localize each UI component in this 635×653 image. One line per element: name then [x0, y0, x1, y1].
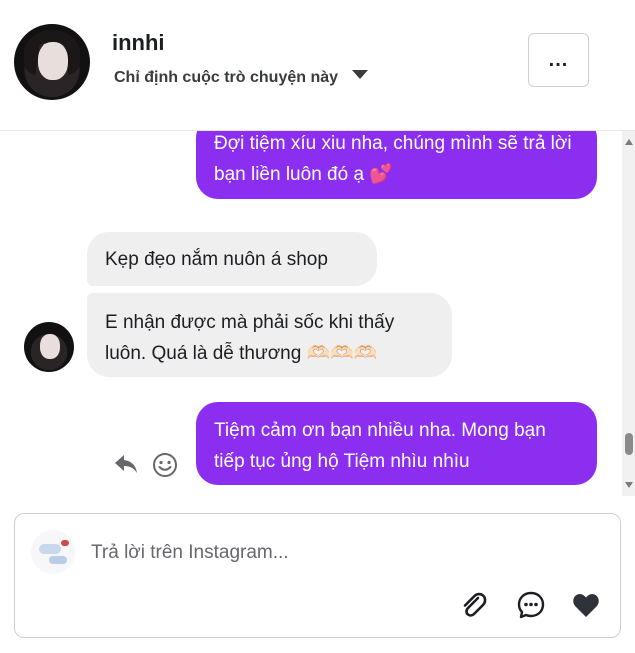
- scroll-up-arrow-icon[interactable]: [625, 139, 633, 145]
- sender-avatar: [24, 322, 74, 372]
- assign-conversation-dropdown[interactable]: Chỉ định cuộc trò chuyện này: [114, 69, 338, 87]
- reply-composer: [14, 513, 621, 638]
- thread-scrollbar[interactable]: [622, 131, 635, 496]
- contact-name[interactable]: innhi: [112, 30, 165, 56]
- paperclip-icon[interactable]: [458, 590, 488, 620]
- reply-input[interactable]: [89, 539, 493, 567]
- page-avatar: [31, 530, 75, 574]
- scroll-thumb[interactable]: [625, 433, 633, 455]
- message-incoming[interactable]: Kẹp đẹo nắm nuôn á shop: [87, 232, 377, 286]
- more-options-button[interactable]: ...: [528, 33, 589, 87]
- chat-bubble-icon[interactable]: [516, 590, 546, 620]
- reply-icon[interactable]: [113, 453, 139, 475]
- chevron-down-icon[interactable]: [352, 70, 368, 79]
- message-thread: Đợi tiệm xíu xiu nha, chúng mình sẽ trả …: [0, 131, 635, 500]
- conversation-header: innhi Chỉ định cuộc trò chuyện này ...: [0, 0, 635, 131]
- smiley-icon[interactable]: [152, 452, 178, 478]
- message-outgoing[interactable]: Đợi tiệm xíu xiu nha, chúng mình sẽ trả …: [196, 131, 597, 199]
- scroll-down-arrow-icon[interactable]: [625, 482, 633, 488]
- heart-icon[interactable]: [571, 590, 601, 620]
- contact-avatar[interactable]: [14, 24, 90, 100]
- message-outgoing[interactable]: Tiệm cảm ơn bạn nhiều nha. Mong bạn tiếp…: [196, 402, 597, 485]
- message-incoming[interactable]: E nhận được mà phải sốc khi thấy luôn. Q…: [87, 293, 452, 377]
